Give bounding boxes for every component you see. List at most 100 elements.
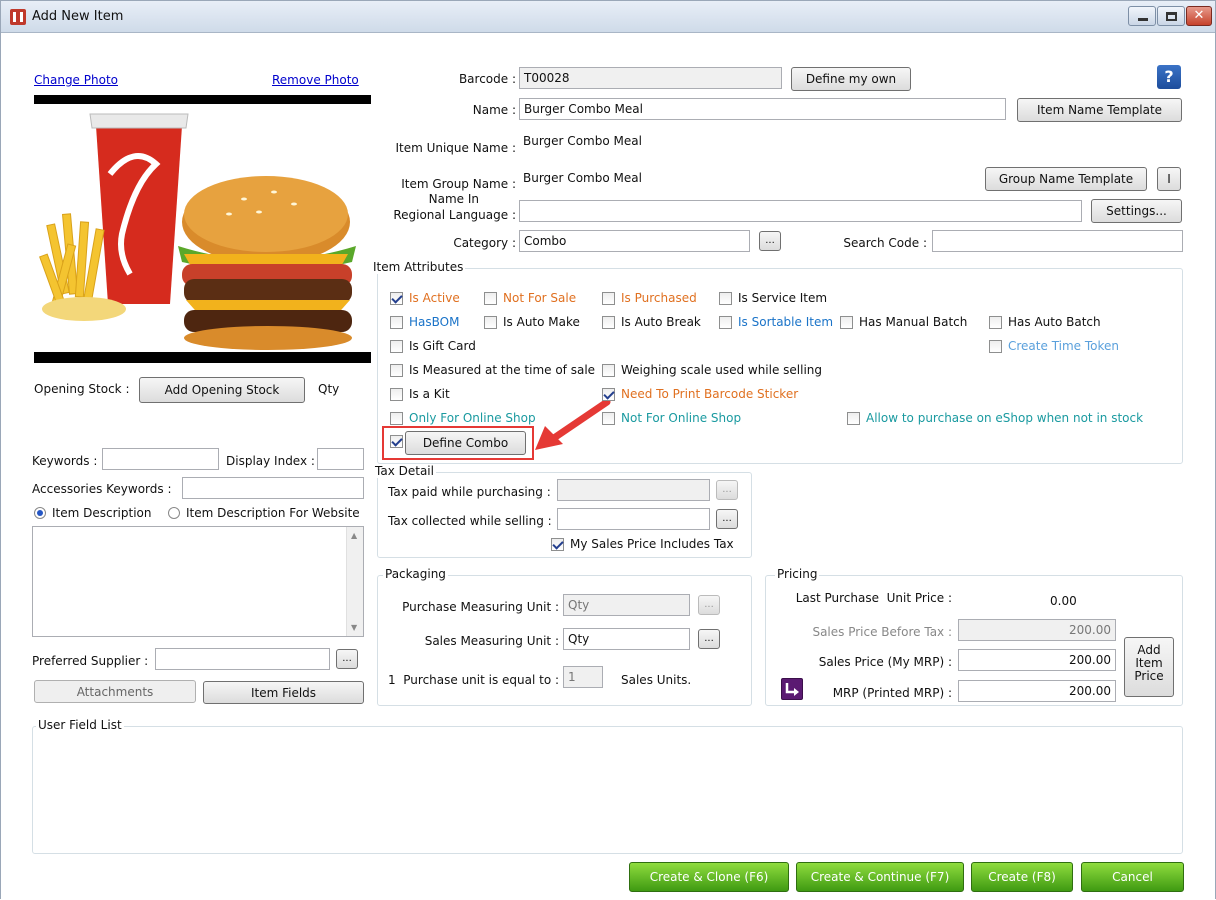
sales-unit-label: Sales Measuring Unit : bbox=[424, 634, 559, 648]
checkbox-unchecked-icon bbox=[390, 387, 403, 401]
regional-name-input[interactable] bbox=[519, 200, 1082, 222]
remove-photo-link[interactable]: Remove Photo bbox=[272, 73, 359, 87]
maximize-button[interactable] bbox=[1157, 6, 1185, 26]
category-label: Category : bbox=[453, 236, 516, 250]
close-button[interactable]: ✕ bbox=[1186, 6, 1212, 26]
attribute-label: HasBOM bbox=[409, 315, 460, 329]
checkbox-checked-icon bbox=[602, 387, 615, 401]
attribute-checkbox-13[interactable]: Weighing scale used while selling bbox=[602, 363, 822, 377]
attribute-checkbox-16[interactable]: Only For Online Shop bbox=[390, 411, 536, 425]
attribute-checkbox-11[interactable]: Create Time Token bbox=[989, 339, 1119, 353]
attribute-label: Is Sortable Item bbox=[738, 315, 834, 329]
attribute-checkbox-15[interactable]: Need To Print Barcode Sticker bbox=[602, 387, 798, 401]
sales-unit-browse-button[interactable]: ... bbox=[698, 629, 720, 649]
tax-paid-browse-button[interactable]: ... bbox=[716, 480, 738, 500]
preferred-supplier-browse-button[interactable]: ... bbox=[336, 649, 358, 669]
checkbox-unchecked-icon bbox=[390, 411, 403, 425]
scroll-down-icon[interactable]: ▼ bbox=[351, 623, 357, 632]
group-info-button[interactable]: I bbox=[1157, 167, 1181, 191]
cancel-button[interactable]: Cancel bbox=[1081, 862, 1184, 892]
tax-collected-browse-button[interactable]: ... bbox=[716, 509, 738, 529]
checkbox-unchecked-icon bbox=[390, 363, 403, 377]
scroll-up-icon[interactable]: ▲ bbox=[351, 531, 357, 540]
item-description-website-radio[interactable]: Item Description For Website bbox=[168, 506, 360, 520]
attribute-checkbox-5[interactable]: Is Auto Make bbox=[484, 315, 580, 329]
attribute-label: Not For Online Shop bbox=[621, 411, 742, 425]
opening-stock-label: Opening Stock : bbox=[34, 382, 130, 396]
item-fields-button[interactable]: Item Fields bbox=[203, 681, 364, 704]
unit-conversion-input[interactable]: 1 bbox=[563, 666, 603, 688]
item-description-textarea[interactable]: ▲ ▼ bbox=[32, 526, 364, 637]
checkbox-unchecked-icon bbox=[602, 363, 615, 377]
includes-tax-checkbox[interactable]: My Sales Price Includes Tax bbox=[551, 537, 734, 551]
description-scrollbar[interactable]: ▲ ▼ bbox=[346, 527, 363, 636]
item-description-radio[interactable]: Item Description bbox=[34, 506, 151, 520]
create-button[interactable]: Create (F8) bbox=[971, 862, 1073, 892]
sales-price-before-tax-input[interactable]: 200.00 bbox=[958, 619, 1116, 641]
item-photo bbox=[34, 95, 371, 363]
attribute-checkbox-17[interactable]: Not For Online Shop bbox=[602, 411, 741, 425]
attribute-label: Has Manual Batch bbox=[859, 315, 968, 329]
add-opening-stock-button[interactable]: Add Opening Stock bbox=[139, 377, 305, 403]
attribute-checkbox-1[interactable]: Not For Sale bbox=[484, 291, 576, 305]
attribute-checkbox-4[interactable]: HasBOM bbox=[390, 315, 459, 329]
attribute-checkbox-7[interactable]: Is Sortable Item bbox=[719, 315, 833, 329]
tax-collected-input[interactable] bbox=[557, 508, 710, 530]
keywords-input[interactable] bbox=[102, 448, 219, 470]
radio-unselected-icon bbox=[168, 507, 180, 519]
purchase-unit-label: Purchase Measuring Unit : bbox=[402, 600, 559, 614]
attribute-checkbox-12[interactable]: Is Measured at the time of sale bbox=[390, 363, 595, 377]
attribute-label: Allow to purchase on eShop when not in s… bbox=[866, 411, 1144, 425]
attribute-checkbox-9[interactable]: Has Auto Batch bbox=[989, 315, 1101, 329]
minimize-button[interactable] bbox=[1128, 6, 1156, 26]
help-icon[interactable]: ? bbox=[1157, 65, 1181, 89]
create-continue-button[interactable]: Create & Continue (F7) bbox=[796, 862, 964, 892]
attribute-checkbox-0[interactable]: Is Active bbox=[390, 291, 460, 305]
tax-paid-input[interactable] bbox=[557, 479, 710, 501]
settings-button[interactable]: Settings... bbox=[1091, 199, 1182, 223]
define-my-own-button[interactable]: Define my own bbox=[791, 67, 911, 91]
attribute-checkbox-3[interactable]: Is Service Item bbox=[719, 291, 827, 305]
attribute-label: Is Measured at the time of sale bbox=[409, 363, 596, 377]
attribute-label: Only For Online Shop bbox=[409, 411, 536, 425]
attribute-label: Create Time Token bbox=[1008, 339, 1120, 353]
attribute-checkbox-18[interactable]: Allow to purchase on eShop when not in s… bbox=[847, 411, 1143, 425]
attribute-label: Need To Print Barcode Sticker bbox=[621, 387, 799, 401]
checkbox-checked-icon bbox=[551, 537, 564, 551]
accessories-keywords-label: Accessories Keywords : bbox=[32, 482, 172, 496]
add-item-price-button[interactable]: Add Item Price bbox=[1124, 637, 1174, 697]
printed-mrp-input[interactable]: 200.00 bbox=[958, 680, 1116, 702]
attribute-checkbox-2[interactable]: Is Purchased bbox=[602, 291, 697, 305]
purchase-unit-browse-button[interactable]: ... bbox=[698, 595, 720, 615]
sales-unit-input[interactable]: Qty bbox=[563, 628, 690, 650]
checkbox-unchecked-icon bbox=[390, 315, 403, 329]
search-code-input[interactable] bbox=[932, 230, 1183, 252]
attachments-button[interactable]: Attachments bbox=[34, 680, 196, 703]
title-bar: Add New Item ✕ bbox=[1, 1, 1215, 33]
category-browse-button[interactable]: ... bbox=[759, 231, 781, 251]
category-input[interactable]: Combo bbox=[519, 230, 750, 252]
define-combo-button[interactable]: Define Combo bbox=[405, 431, 526, 455]
create-clone-button[interactable]: Create & Clone (F6) bbox=[629, 862, 789, 892]
item-unique-name-value: Burger Combo Meal bbox=[523, 134, 642, 148]
group-name-template-button[interactable]: Group Name Template bbox=[985, 167, 1147, 191]
change-photo-link[interactable]: Change Photo bbox=[34, 73, 118, 87]
barcode-input[interactable]: T00028 bbox=[519, 67, 782, 89]
checkbox-unchecked-icon bbox=[840, 315, 853, 329]
accessories-keywords-input[interactable] bbox=[182, 477, 364, 499]
printed-mrp-label: MRP (Printed MRP) : bbox=[832, 686, 952, 700]
preferred-supplier-input[interactable] bbox=[155, 648, 330, 670]
packaging-title: Packaging bbox=[383, 567, 448, 581]
attribute-checkbox-8[interactable]: Has Manual Batch bbox=[840, 315, 967, 329]
sales-price-mrp-input[interactable]: 200.00 bbox=[958, 649, 1116, 671]
item-name-template-button[interactable]: Item Name Template bbox=[1017, 98, 1182, 122]
purchase-unit-input[interactable]: Qty bbox=[563, 594, 690, 616]
last-purchase-price-label: Last Purchase Unit Price : bbox=[795, 591, 952, 605]
name-input[interactable]: Burger Combo Meal bbox=[519, 98, 1006, 120]
attribute-checkbox-10[interactable]: Is Gift Card bbox=[390, 339, 476, 353]
display-index-input[interactable] bbox=[317, 448, 364, 470]
attribute-checkbox-6[interactable]: Is Auto Break bbox=[602, 315, 701, 329]
checkbox-checked-icon bbox=[390, 435, 403, 448]
app-icon bbox=[10, 9, 26, 25]
attribute-checkbox-14[interactable]: Is a Kit bbox=[390, 387, 450, 401]
